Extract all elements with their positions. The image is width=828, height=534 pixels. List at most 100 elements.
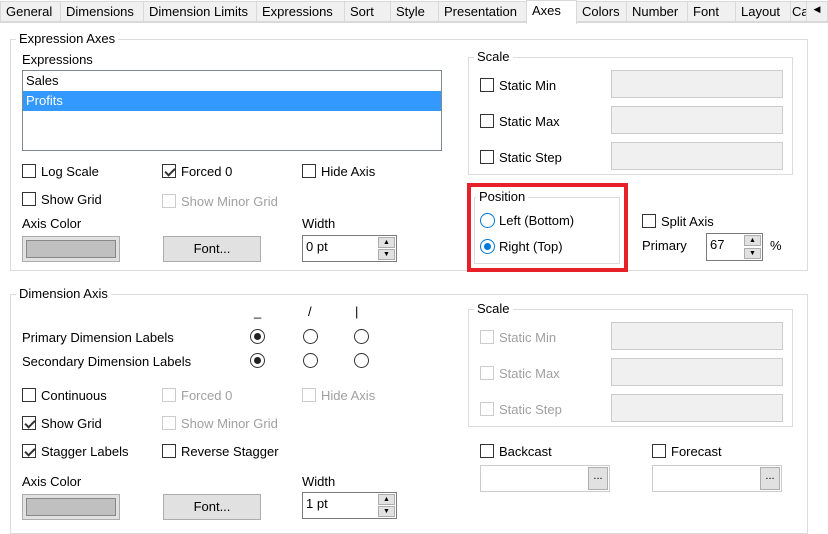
tab-font[interactable]: Font bbox=[687, 1, 736, 22]
secondary-vertical-radio[interactable] bbox=[354, 353, 369, 368]
forced0-label: Forced 0 bbox=[181, 164, 233, 179]
tab-scroll-left-icon[interactable]: ◀ bbox=[806, 1, 828, 22]
backcast-input[interactable]: ... bbox=[480, 465, 610, 492]
secondary-diagonal-radio[interactable] bbox=[303, 353, 318, 368]
spin-down-icon[interactable]: ▼ bbox=[378, 249, 395, 260]
spin-up-icon[interactable]: ▲ bbox=[378, 237, 395, 248]
tab-axes[interactable]: Axes bbox=[526, 0, 577, 24]
spin-down-icon[interactable]: ▼ bbox=[378, 506, 395, 517]
dim-width-value: 1 pt bbox=[306, 496, 328, 511]
tab-layout[interactable]: Layout bbox=[735, 1, 791, 22]
split-axis-checkbox[interactable] bbox=[642, 214, 656, 228]
static-max-checkbox[interactable] bbox=[480, 114, 494, 128]
primary-diagonal-radio[interactable] bbox=[303, 329, 318, 344]
dim-show-grid-label: Show Grid bbox=[41, 416, 102, 431]
static-min-checkbox[interactable] bbox=[480, 78, 494, 92]
expressions-label: Expressions bbox=[22, 52, 93, 67]
tab-colors[interactable]: Colors bbox=[576, 1, 627, 22]
dim-hide-axis-checkbox[interactable] bbox=[302, 388, 316, 402]
tab-style[interactable]: Style bbox=[390, 1, 439, 22]
reverse-stagger-checkbox[interactable] bbox=[162, 444, 176, 458]
forecast-ellipsis-button[interactable]: ... bbox=[760, 467, 780, 490]
dim-static-max-input[interactable] bbox=[611, 358, 783, 386]
forced0-checkbox[interactable] bbox=[162, 164, 176, 178]
show-grid-checkbox[interactable] bbox=[22, 192, 36, 206]
right-top-radio[interactable] bbox=[480, 239, 495, 254]
tab-general[interactable]: General bbox=[0, 1, 61, 22]
show-grid-label: Show Grid bbox=[41, 192, 102, 207]
horizontal-header: _ bbox=[254, 304, 262, 319]
font-button[interactable]: Font... bbox=[163, 236, 261, 262]
tab-expressions[interactable]: Expressions bbox=[256, 1, 345, 22]
static-max-label: Static Max bbox=[499, 114, 560, 129]
axis-color-label: Axis Color bbox=[22, 216, 82, 231]
dim-hide-axis-label: Hide Axis bbox=[321, 388, 376, 403]
split-axis-label: Split Axis bbox=[661, 214, 714, 229]
forecast-checkbox[interactable] bbox=[652, 444, 666, 458]
show-minor-grid-checkbox[interactable] bbox=[162, 194, 176, 208]
percent-label: % bbox=[770, 238, 782, 253]
dim-axis-color-label: Axis Color bbox=[22, 474, 82, 489]
stagger-labels-checkbox[interactable] bbox=[22, 444, 36, 458]
static-step-checkbox[interactable] bbox=[480, 150, 494, 164]
primary-horizontal-radio[interactable] bbox=[250, 329, 265, 344]
static-min-input[interactable] bbox=[611, 70, 783, 98]
secondary-dimension-labels-label: Secondary Dimension Labels bbox=[22, 354, 192, 369]
group-title: Position bbox=[476, 189, 529, 204]
continuous-label: Continuous bbox=[41, 388, 107, 403]
dim-static-step-label: Static Step bbox=[499, 402, 562, 417]
dim-show-minor-grid-checkbox[interactable] bbox=[162, 416, 176, 430]
axis-color-button[interactable] bbox=[22, 236, 120, 262]
width-stepper[interactable]: 0 pt ▲ ▼ bbox=[302, 235, 397, 262]
backcast-ellipsis-button[interactable]: ... bbox=[588, 467, 608, 490]
vertical-header: | bbox=[355, 304, 359, 319]
backcast-checkbox[interactable] bbox=[480, 444, 494, 458]
spin-up-icon[interactable]: ▲ bbox=[744, 235, 761, 246]
list-item[interactable]: Profits bbox=[23, 91, 441, 111]
reverse-stagger-label: Reverse Stagger bbox=[181, 444, 279, 459]
tab-dimension-limits[interactable]: Dimension Limits bbox=[143, 1, 257, 22]
dim-show-grid-checkbox[interactable] bbox=[22, 416, 36, 430]
dim-static-step-input[interactable] bbox=[611, 394, 783, 422]
log-scale-label: Log Scale bbox=[41, 164, 99, 179]
forecast-input[interactable]: ... bbox=[652, 465, 782, 492]
dim-static-step-checkbox[interactable] bbox=[480, 402, 494, 416]
tab-number[interactable]: Number bbox=[626, 1, 688, 22]
primary-dimension-labels-label: Primary Dimension Labels bbox=[22, 330, 174, 345]
static-max-input[interactable] bbox=[611, 106, 783, 134]
dim-width-stepper[interactable]: 1 pt ▲ ▼ bbox=[302, 492, 397, 519]
dim-static-min-input[interactable] bbox=[611, 322, 783, 350]
expressions-list[interactable]: Sales Profits bbox=[22, 70, 442, 151]
dim-width-label: Width bbox=[302, 474, 336, 489]
primary-vertical-radio[interactable] bbox=[354, 329, 369, 344]
spin-down-icon[interactable]: ▼ bbox=[744, 248, 761, 259]
spin-up-icon[interactable]: ▲ bbox=[378, 494, 395, 505]
backcast-label: Backcast bbox=[499, 444, 552, 459]
dim-font-button[interactable]: Font... bbox=[163, 494, 261, 520]
dim-forced0-checkbox[interactable] bbox=[162, 388, 176, 402]
hide-axis-checkbox[interactable] bbox=[302, 164, 316, 178]
log-scale-checkbox[interactable] bbox=[22, 164, 36, 178]
secondary-horizontal-radio[interactable] bbox=[250, 353, 265, 368]
tab-strip: General Dimensions Dimension Limits Expr… bbox=[0, 0, 828, 24]
dim-static-min-checkbox[interactable] bbox=[480, 330, 494, 344]
dim-axis-color-button[interactable] bbox=[22, 494, 120, 520]
list-item[interactable]: Sales bbox=[23, 71, 441, 91]
left-bottom-radio[interactable] bbox=[480, 213, 495, 228]
primary-value: 67 bbox=[710, 237, 725, 252]
hide-axis-label: Hide Axis bbox=[321, 164, 376, 179]
dim-show-minor-grid-label: Show Minor Grid bbox=[181, 416, 278, 431]
primary-stepper[interactable]: 67 ▲ ▼ bbox=[706, 233, 763, 261]
static-step-input[interactable] bbox=[611, 142, 783, 170]
tab-sort[interactable]: Sort bbox=[344, 1, 391, 22]
width-label: Width bbox=[302, 216, 336, 231]
continuous-checkbox[interactable] bbox=[22, 388, 36, 402]
dim-forced0-label: Forced 0 bbox=[181, 388, 233, 403]
tab-presentation[interactable]: Presentation bbox=[438, 1, 527, 22]
dim-static-max-checkbox[interactable] bbox=[480, 366, 494, 380]
left-bottom-label: Left (Bottom) bbox=[499, 213, 575, 228]
right-top-label: Right (Top) bbox=[499, 239, 563, 254]
tab-dimensions[interactable]: Dimensions bbox=[60, 1, 144, 22]
width-value: 0 pt bbox=[306, 239, 328, 254]
forecast-label: Forecast bbox=[671, 444, 722, 459]
